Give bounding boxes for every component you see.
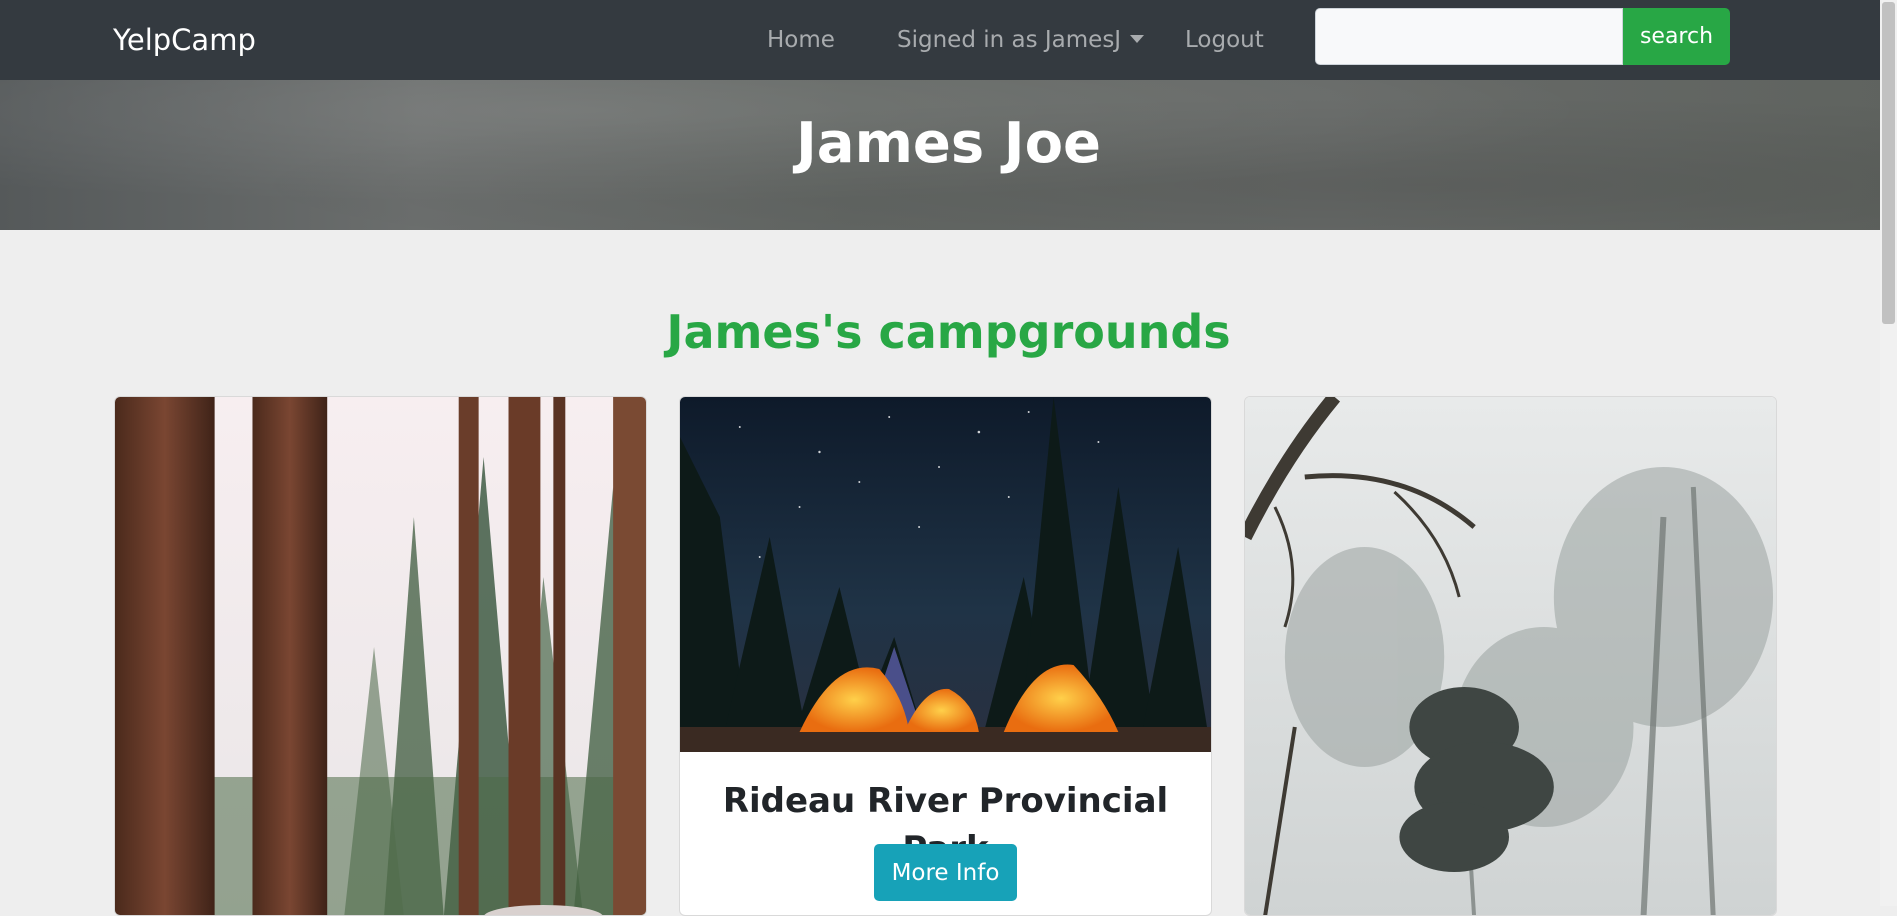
navbar: YelpCamp Home Signed in as JamesJ Logout… (0, 0, 1897, 80)
profile-name-heading: James Joe (795, 111, 1102, 176)
campground-image-tall-pines[interactable] (115, 397, 646, 916)
brand-logo-link[interactable]: YelpCamp (113, 20, 256, 60)
search-button[interactable]: search (1623, 8, 1730, 65)
search-input[interactable] (1315, 8, 1623, 65)
page-scrollbar[interactable] (1880, 0, 1897, 906)
campgrounds-section-heading: James's campgrounds (666, 305, 1231, 359)
campground-card (1244, 396, 1777, 916)
campground-image-night-tents[interactable] (680, 397, 1211, 752)
nav-logout-link[interactable]: Logout (1185, 22, 1264, 58)
campground-card: Rideau River Provincial Park More Info (679, 396, 1212, 916)
profile-hero-banner: James Joe (0, 80, 1897, 230)
user-dropdown-label: Signed in as JamesJ (897, 27, 1122, 53)
more-info-button[interactable]: More Info (874, 844, 1017, 901)
nav-home-link[interactable]: Home (767, 22, 835, 58)
user-dropdown-toggle[interactable]: Signed in as JamesJ (897, 22, 1145, 58)
scrollbar-thumb[interactable] (1882, 2, 1895, 324)
campground-card (114, 396, 647, 916)
campground-image-misty-forest[interactable] (1245, 397, 1776, 916)
caret-down-icon (1130, 35, 1145, 43)
